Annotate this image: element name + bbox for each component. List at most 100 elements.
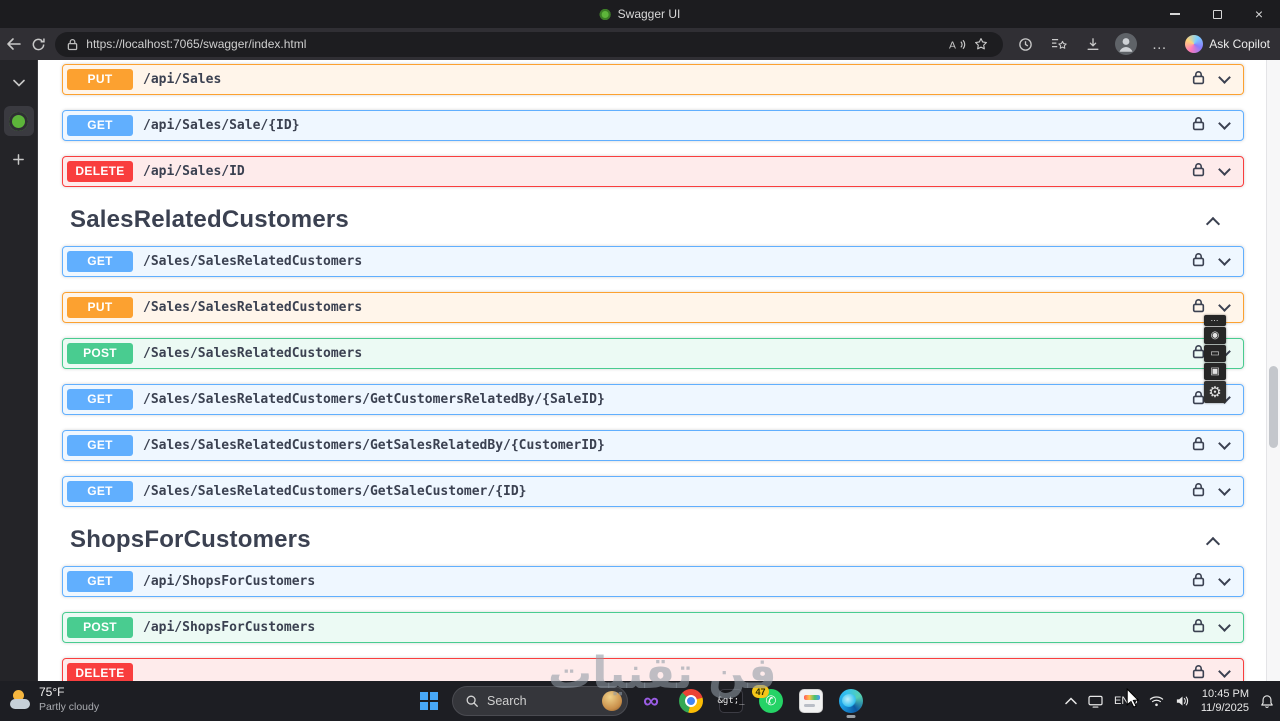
profile-button[interactable] [1113,31,1139,57]
api-endpoint-row[interactable]: GET /api/ShopsForCustomers [62,566,1244,597]
lock-icon [1192,298,1205,312]
favorites-button[interactable] [1045,31,1073,57]
chevron-down-icon[interactable] [1218,117,1231,130]
api-endpoint-row[interactable]: GET /api/Sales/Sale/{ID} [62,110,1244,141]
start-button[interactable] [412,684,446,718]
downloads-button[interactable] [1079,31,1107,57]
network-tray-button[interactable] [1149,695,1164,707]
section-header[interactable]: SalesRelatedCustomers [62,202,1244,238]
terminal-app-button[interactable]: &gt;_ [714,684,748,718]
history-icon [1019,37,1032,51]
api-endpoint-row[interactable]: POST /api/ShopsForCustomers [62,612,1244,643]
chevron-down-icon[interactable] [1218,619,1231,632]
http-method-badge: GET [67,571,133,592]
chrome-app-button[interactable] [674,684,708,718]
drag-handle-icon[interactable]: ⋯ [1204,315,1226,326]
active-tab-swagger[interactable] [3,106,34,136]
star-icon [975,38,988,50]
minimize-button[interactable] [1154,0,1196,28]
screen-capture-icon[interactable]: ▭ [1204,345,1226,362]
close-button[interactable]: × [1238,0,1280,28]
new-tab-button[interactable] [4,144,34,174]
notification-button[interactable] [1260,694,1274,709]
api-endpoint-row[interactable]: GET /Sales/SalesRelatedCustomers [62,246,1244,277]
weather-temp: 75°F [39,685,65,699]
visual-studio-app-button[interactable]: ∞ [634,684,668,718]
favorite-this-page-button[interactable] [969,33,993,55]
chevron-down-icon[interactable] [1218,299,1231,312]
window-capture-icon[interactable]: ▣ [1204,363,1226,380]
whatsapp-badge: 47 [752,685,769,698]
auth-lock-button[interactable] [1192,70,1205,90]
tray-time: 10:45 PM [1201,687,1249,700]
http-method-badge: DELETE [67,663,133,681]
swagger-page: PUT /api/Sales GET /api/Sales/Sale/{ID} … [38,60,1266,681]
auth-lock-button[interactable] [1192,482,1205,502]
whatsapp-app-button[interactable]: ✆ 47 [752,684,788,718]
section-header[interactable]: ShopsForCustomers [62,522,1244,558]
terminal-icon: &gt;_ [717,689,745,713]
lock-icon [1192,664,1205,678]
chevron-down-icon[interactable] [1218,71,1231,84]
edge-app-button[interactable] [834,684,868,718]
hidden-icons-button[interactable] [1065,697,1077,705]
wifi-icon [1149,696,1164,707]
search-highlight-icon [602,691,622,711]
section-rows: GET /api/ShopsForCustomers POST /api/Sho… [62,566,1244,681]
scrollbar-thumb[interactable] [1269,366,1278,448]
chevron-down-icon[interactable] [1218,573,1231,586]
maximize-button[interactable] [1196,0,1238,28]
chevron-down-icon[interactable] [1218,483,1231,496]
weather-widget[interactable]: 75°F Partly cloudy [10,685,99,714]
row-actions [1192,572,1243,592]
snipping-app-button[interactable] [794,684,828,718]
api-endpoint-row[interactable]: GET /Sales/SalesRelatedCustomers/GetSale… [62,430,1244,461]
chevron-down-icon[interactable] [1218,163,1231,176]
camera-icon[interactable]: ◉ [1204,327,1226,344]
language-indicator[interactable]: ENG [1114,695,1138,707]
chevron-down-icon [12,79,25,87]
api-endpoint-row[interactable]: PUT /api/Sales [62,64,1244,95]
taskbar-search[interactable]: Search [452,686,628,716]
address-bar[interactable]: https://localhost:7065/swagger/index.htm… [55,31,1004,57]
auth-lock-button[interactable] [1192,116,1205,136]
auth-lock-button[interactable] [1192,618,1205,638]
page-scrollbar[interactable] [1266,60,1280,681]
url-text[interactable]: https://localhost:7065/swagger/index.htm… [86,37,945,51]
read-aloud-button[interactable]: A [945,33,969,55]
edge-icon [839,689,863,713]
clock[interactable]: 10:45 PM 11/9/2025 [1201,687,1249,716]
api-endpoint-row[interactable]: POST /Sales/SalesRelatedCustomers [62,338,1244,369]
api-endpoint-row[interactable]: DELETE /api/Sales/ID [62,156,1244,187]
back-button[interactable] [4,31,25,57]
auth-lock-button[interactable] [1192,162,1205,182]
history-button[interactable] [1011,31,1039,57]
auth-lock-button[interactable] [1192,436,1205,456]
browser-tab[interactable]: Swagger UI [599,7,680,21]
refresh-button[interactable] [29,31,50,57]
chevron-down-icon[interactable] [1218,437,1231,450]
copilot-button[interactable]: Ask Copilot [1179,31,1280,57]
gear-icon[interactable]: ⚙ [1204,381,1226,403]
chevron-down-icon[interactable] [1218,253,1231,266]
monitor-tray-button[interactable] [1088,695,1103,708]
api-endpoint-row[interactable]: GET /Sales/SalesRelatedCustomers/GetSale… [62,476,1244,507]
auth-lock-button[interactable] [1192,252,1205,272]
lock-icon [1192,482,1205,496]
api-endpoint-row[interactable]: PUT /Sales/SalesRelatedCustomers [62,292,1244,323]
chevron-up-icon[interactable] [1205,536,1221,552]
volume-tray-button[interactable] [1175,695,1190,707]
system-tray: ENG 10:45 PM 11/9/2025 [1065,681,1274,721]
search-icon [466,695,478,707]
auth-lock-button[interactable] [1192,664,1205,682]
http-method-badge: GET [67,435,133,456]
tab-list-menu-button[interactable] [4,68,34,98]
settings-menu-button[interactable]: … [1145,31,1173,57]
auth-lock-button[interactable] [1192,572,1205,592]
api-endpoint-row[interactable]: GET /Sales/SalesRelatedCustomers/GetCust… [62,384,1244,415]
api-endpoint-row[interactable]: DELETE [62,658,1244,681]
read-aloud-icon: A [949,39,965,51]
lock-icon [1192,436,1205,450]
chevron-down-icon[interactable] [1218,665,1231,678]
chevron-up-icon[interactable] [1205,216,1221,232]
